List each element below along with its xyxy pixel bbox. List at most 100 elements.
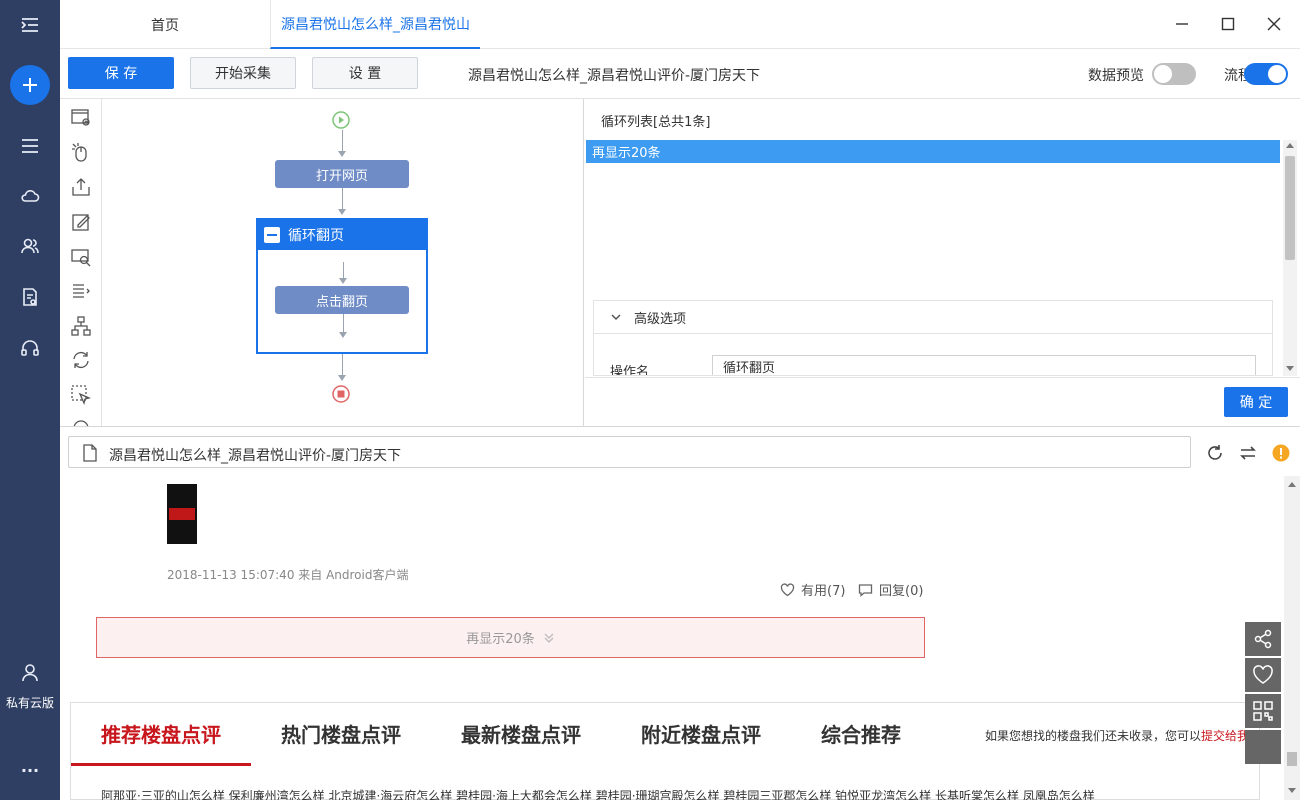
save-button[interactable]: 保 存 [68,57,174,89]
start-collect-button[interactable]: 开始采集 [190,57,296,89]
extract-tool-icon[interactable] [70,176,92,198]
users-icon[interactable] [0,226,60,266]
list-tool-icon[interactable] [70,280,92,302]
panel-scrollbar[interactable] [1283,140,1297,376]
loop-label: 循环翻页 [288,228,344,244]
tab-recommended-reviews[interactable]: 推荐楼盘点评 [101,719,221,748]
close-icon[interactable] [1262,12,1286,36]
reply-button[interactable]: 回复(0) [858,580,923,599]
advanced-options-header[interactable]: 高级选项 [594,301,1272,334]
switch-mode-icon[interactable] [1238,443,1258,463]
loop-list-item[interactable]: 再显示20条 [586,140,1280,163]
branch-tool-icon[interactable] [70,315,92,337]
tab-nearby-reviews[interactable]: 附近楼盘点评 [641,719,761,748]
flow-arrow [338,151,346,157]
private-cloud-label[interactable]: 私有云版 [0,694,60,711]
floating-sidebar [1245,622,1281,766]
loop-header[interactable]: 循环翻页 [258,220,426,250]
open-page-tool-icon[interactable] [70,107,92,129]
document-icon [83,444,97,462]
scroll-down-icon[interactable] [1286,366,1294,371]
flow-arrow [338,375,346,381]
click-tool-icon[interactable] [70,141,92,163]
back-to-top-button[interactable] [1245,730,1281,764]
tab-hot-reviews[interactable]: 热门楼盘点评 [281,719,401,748]
scroll-thumb[interactable] [1285,156,1295,260]
url-field[interactable]: 源昌君悦山怎么样_源昌君悦山评价-厦门房天下 [68,436,1191,468]
refresh-icon[interactable] [1205,443,1225,463]
useful-button[interactable]: 有用(7) [780,580,845,599]
qr-code-icon[interactable] [1245,694,1281,728]
tab-home[interactable]: 首页 [100,0,230,49]
loop-pagination-block[interactable]: 循环翻页 点击翻页 [256,218,428,354]
open-page-node[interactable]: 打开网页 [275,160,409,188]
headset-icon[interactable] [0,328,60,368]
tab-overall-recommend[interactable]: 综合推荐 [821,719,901,748]
flow-connector [342,188,343,210]
input-text-tool-icon[interactable] [70,211,92,233]
warning-icon[interactable] [1271,443,1291,463]
panel-footer: 确 定 [585,377,1300,426]
submit-note-text: 如果您想找的楼盘我们还未收录，您可以 [985,729,1202,743]
review-photo[interactable] [167,484,197,544]
data-preview-label: 数据预览 [1088,68,1144,84]
task-title: 源昌君悦山怎么样_源昌君悦山评价-厦门房天下 [468,68,761,84]
favorite-heart-icon[interactable] [1245,658,1281,692]
flow-toggle[interactable] [1244,63,1288,85]
address-row: 源昌君悦山怎么样_源昌君悦山评价-厦门房天下 [60,426,1300,476]
minimize-icon[interactable] [1170,12,1194,36]
flow-connector [342,354,343,376]
flow-arrow [339,332,347,338]
submit-note: 如果您想找的楼盘我们还未收录，您可以提交给我 [985,727,1249,744]
settings-button[interactable]: 设 置 [312,57,418,89]
tool-palette [60,99,102,426]
scroll-tool-icon[interactable] [70,417,92,426]
tab-task[interactable]: 源昌君悦山怎么样_源昌君悦山 [270,0,480,49]
left-rail: 私有云版 ··· [0,0,60,800]
reply-label: 回复(0) [879,584,924,599]
op-name-input[interactable]: 循环翻页 [712,355,1256,375]
url-text: 源昌君悦山怎么样_源昌君悦山评价-厦门房天下 [109,448,402,464]
start-node-icon[interactable] [332,111,350,129]
web-scroll-thumb[interactable] [1287,752,1297,766]
mouse-hover-tool-icon[interactable] [70,384,92,406]
data-preview-toggle[interactable] [1152,63,1196,85]
useful-label: 有用(7) [801,584,846,599]
advanced-options-label: 高级选项 [634,311,687,327]
more-menu-button[interactable]: ··· [0,750,60,790]
show-more-button[interactable]: 再显示20条 [96,617,925,658]
maximize-icon[interactable] [1216,12,1240,36]
properties-panel: 循环列表[总共1条] 再显示20条 高级选项 操作名 循环翻页 确 定 [585,99,1300,426]
double-chevron-down-icon [544,633,554,643]
web-scroll-down-icon[interactable] [1288,788,1296,793]
confirm-button[interactable]: 确 定 [1224,387,1288,417]
collapse-menu-icon[interactable] [0,5,60,45]
web-scroll-up-icon[interactable] [1288,482,1296,487]
comment-icon [858,583,873,597]
click-page-node[interactable]: 点击翻页 [275,286,409,314]
task-doc-icon[interactable] [0,277,60,317]
cloud-icon[interactable] [0,176,60,216]
tab-latest-reviews[interactable]: 最新楼盘点评 [461,719,581,748]
project-links[interactable]: 阿那亚·三亚的山怎么样 保利廉州湾怎么样 北京城建·海云府怎么样 碧桂园·海上大… [101,787,1095,800]
op-name-label: 操作名 [610,365,650,376]
recognize-tool-icon[interactable] [70,246,92,268]
review-tabs-section: 推荐楼盘点评 热门楼盘点评 最新楼盘点评 附近楼盘点评 综合推荐 如果您想找的楼… [70,702,1260,800]
scroll-up-icon[interactable] [1286,143,1294,148]
flow-connector [343,314,344,334]
new-task-button[interactable] [10,65,50,105]
heart-icon [780,582,795,596]
end-node-icon[interactable] [332,385,350,403]
collapse-minus-icon[interactable] [264,227,280,243]
submit-link[interactable]: 提交给我 [1201,729,1249,743]
chevron-down-icon[interactable] [610,311,622,323]
active-tab-underline [71,763,251,766]
loop-tool-icon[interactable] [70,349,92,371]
private-cloud-user-icon[interactable] [0,653,60,693]
web-scrollbar[interactable] [1284,476,1300,800]
task-list-icon[interactable] [0,126,60,166]
share-icon[interactable] [1245,622,1281,656]
flow-arrow [339,278,347,284]
flow-canvas: 打开网页 循环翻页 点击翻页 [102,99,584,426]
flow-arrow [338,209,346,215]
